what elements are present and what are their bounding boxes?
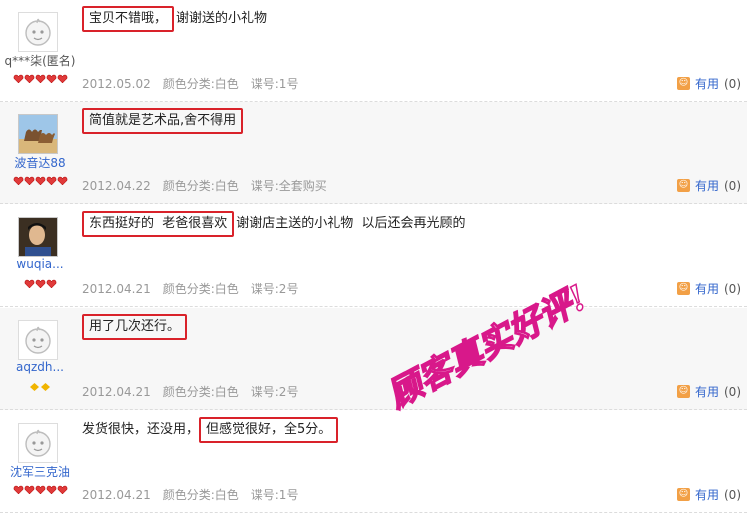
review-text: 发货很快，还没用， 但感觉很好，全5分。 (82, 417, 340, 443)
yellow-diamond-icon (29, 377, 40, 391)
thumbs-up-icon[interactable]: ☺ (676, 77, 690, 90)
red-heart-icon (46, 69, 57, 84)
useful-label[interactable]: 有用 (695, 177, 719, 194)
red-heart-icon (35, 274, 46, 289)
review-text-after: 谢谢送的小礼物 (176, 11, 268, 26)
color-category: 颜色分类:白色 (162, 488, 239, 502)
useful-label[interactable]: 有用 (695, 75, 719, 92)
useful-button[interactable]: ☺ 有用 (0) (676, 177, 741, 194)
size-option: 谍号:2号 (250, 282, 299, 296)
red-heart-icon (35, 69, 46, 84)
useful-count: (0) (724, 384, 741, 399)
buyer-rank (0, 171, 80, 186)
review-item: 沈军三克油 发货很快，还没用， 但感觉很好，全5分。 2012.04.21 颜色分类:白… (0, 411, 747, 513)
red-heart-icon (24, 171, 35, 186)
useful-count: (0) (724, 178, 741, 193)
red-heart-icon (13, 171, 24, 186)
avatar[interactable] (18, 114, 58, 154)
review-username[interactable]: wuqia... (0, 257, 80, 271)
red-heart-icon (24, 274, 35, 289)
review-item: q***柒(匿名) 宝贝不错哦， 谢谢送的小礼物 2012.05.02 颜色分类:白色谍… (0, 0, 747, 102)
useful-count: (0) (724, 487, 741, 502)
red-heart-icon (35, 480, 46, 495)
red-heart-icon (24, 480, 35, 495)
red-heart-icon (13, 69, 24, 84)
color-category: 颜色分类:白色 (162, 179, 239, 193)
default-avatar-icon[interactable] (18, 423, 58, 463)
highlighted-review-text: 简值就是艺术品,舍不得用 (82, 108, 244, 134)
review-meta: 2012.04.22 颜色分类:白色 谍号:全套购买 (82, 177, 339, 194)
review-username[interactable]: 波音达88 (0, 154, 80, 171)
thumbs-up-icon[interactable]: ☺ (676, 385, 690, 398)
red-heart-icon (57, 171, 68, 186)
red-heart-icon (24, 69, 35, 84)
size-option: 谍号:全套购买 (250, 179, 327, 193)
red-heart-icon (46, 274, 57, 289)
review-text: 东西挺好的 老爸很喜欢 谢谢店主送的小礼物 以后还会再光顾的 (82, 211, 466, 237)
size-option: 谍号:1号 (250, 77, 299, 91)
size-option: 谍号:1号 (250, 488, 299, 502)
thumbs-up-icon[interactable]: ☺ (676, 179, 690, 192)
review-item: 波音达88 简值就是艺术品,舍不得用 2012.04.22 颜色分类:白色 谍号:全套购… (0, 102, 747, 204)
buyer-rank (0, 274, 80, 289)
highlighted-review-text: 宝贝不错哦， (82, 6, 175, 32)
review-date: 2012.04.21 (82, 488, 151, 502)
color-category: 颜色分类:白色 (162, 282, 239, 296)
review-meta: 2012.05.02 颜色分类:白色 谍号:1号 (82, 75, 310, 92)
review-meta: 2012.04.21 颜色分类:白色 谍号:1号 (82, 486, 310, 503)
review-meta: 2012.04.21 颜色分类:白色 谍号:2号 (82, 383, 310, 400)
useful-label[interactable]: 有用 (695, 383, 719, 400)
review-text: 宝贝不错哦， 谢谢送的小礼物 (82, 6, 267, 32)
yellow-diamond-icon (40, 377, 51, 391)
review-item: wuqia... 东西挺好的 老爸很喜欢 谢谢店主送的小礼物 以后还会再光顾的 201… (0, 205, 747, 307)
highlighted-review-text: 但感觉很好，全5分。 (199, 417, 339, 443)
review-text: 用了几次还行。 (82, 314, 189, 340)
useful-button[interactable]: ☺ 有用 (0) (676, 280, 741, 297)
size-option: 谍号:2号 (250, 385, 299, 399)
useful-button[interactable]: ☺ 有用 (0) (676, 486, 741, 503)
red-heart-icon (57, 69, 68, 84)
buyer-rank (0, 480, 80, 495)
review-text-before: 发货很快，还没用， (82, 422, 200, 437)
review-date: 2012.04.21 (82, 282, 151, 296)
color-category: 颜色分类:白色 (162, 77, 239, 91)
thumbs-up-icon[interactable]: ☺ (676, 488, 690, 501)
useful-button[interactable]: ☺ 有用 (0) (676, 383, 741, 400)
useful-button[interactable]: ☺ 有用 (0) (676, 75, 741, 92)
review-username[interactable]: aqzdh... (0, 360, 80, 374)
review-meta: 2012.04.21 颜色分类:白色 谍号:2号 (82, 280, 310, 297)
red-heart-icon (13, 480, 24, 495)
review-text-after: 谢谢店主送的小礼物 以后还会再光顾的 (236, 216, 466, 231)
red-heart-icon (57, 480, 68, 495)
review-username: q***柒(匿名) (4, 54, 76, 68)
highlighted-review-text: 东西挺好的 老爸很喜欢 (82, 211, 235, 237)
review-date: 2012.04.22 (82, 179, 151, 193)
review-date: 2012.05.02 (82, 77, 151, 91)
review-text: 简值就是艺术品,舍不得用 (82, 108, 245, 134)
review-date: 2012.04.21 (82, 385, 151, 399)
review-item: aqzdh... 用了几次还行。 2012.04.21 颜色分类:白色 谍号:2号 ☺ 有用… (0, 308, 747, 410)
useful-label[interactable]: 有用 (695, 280, 719, 297)
review-username[interactable]: 沈军三克油 (0, 463, 80, 480)
buyer-rank (0, 69, 80, 84)
color-category: 颜色分类:白色 (162, 385, 239, 399)
thumbs-up-icon[interactable]: ☺ (676, 282, 690, 295)
avatar[interactable] (18, 217, 58, 257)
default-avatar-icon[interactable] (18, 320, 58, 360)
useful-count: (0) (724, 281, 741, 296)
red-heart-icon (35, 171, 46, 186)
default-avatar-icon[interactable] (18, 12, 58, 52)
red-heart-icon (46, 171, 57, 186)
highlighted-review-text: 用了几次还行。 (82, 314, 188, 340)
buyer-rank (0, 377, 80, 391)
useful-label[interactable]: 有用 (695, 486, 719, 503)
useful-count: (0) (724, 76, 741, 91)
red-heart-icon (46, 480, 57, 495)
